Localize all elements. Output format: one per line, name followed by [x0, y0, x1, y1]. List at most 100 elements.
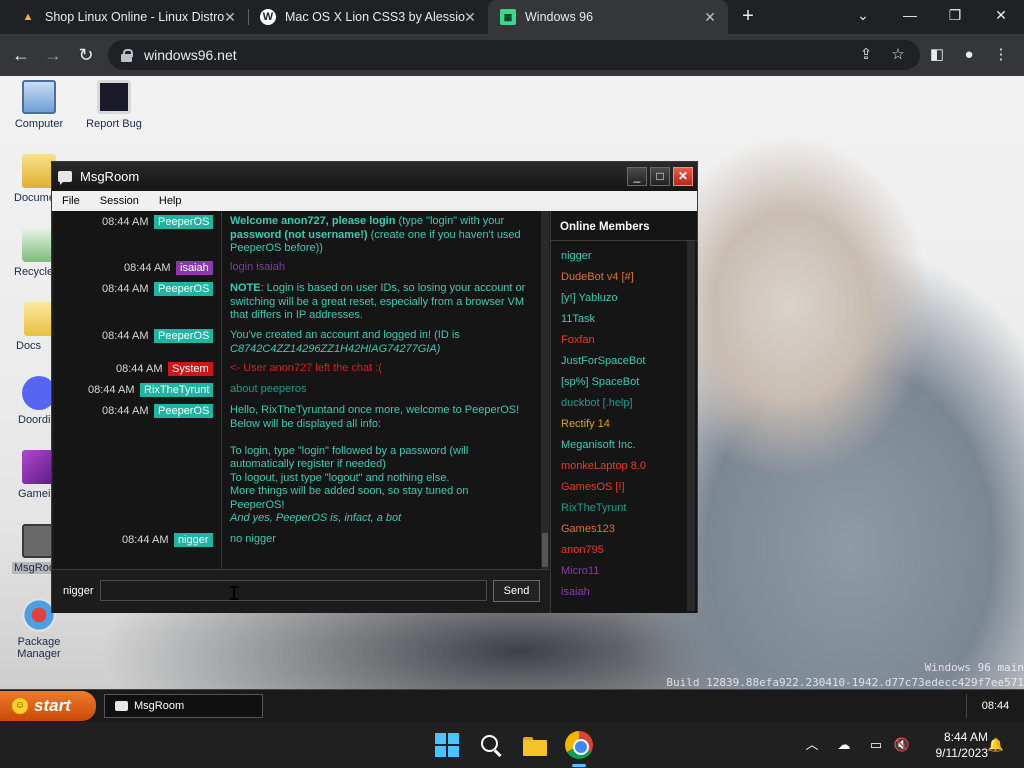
monitor-icon[interactable]: ▭ [867, 736, 885, 754]
chat-timestamp: 08:44 AM [102, 283, 149, 295]
menu-help[interactable]: Help [149, 195, 192, 207]
url-text[interactable]: windows96.net [144, 47, 237, 63]
start-button[interactable]: ☺ start [0, 691, 96, 721]
build-watermark-line1: Windows 96 main [924, 661, 1024, 674]
chat-timestamp: 08:44 AM [102, 216, 149, 228]
kebab-menu-icon[interactable]: ⋮ [990, 44, 1012, 66]
cloud-sync-icon[interactable]: ☁ [835, 736, 853, 754]
desktop-icon-doordi[interactable]: Doordi [16, 376, 56, 426]
chat-message-text: no nigger [230, 533, 276, 545]
member-item[interactable]: Micro11 [561, 565, 599, 577]
volume-muted-icon[interactable]: 🔇 [893, 736, 911, 754]
text-cursor-icon [230, 586, 238, 600]
notification-bell-icon[interactable]: 🔔 [987, 736, 1005, 754]
close-icon[interactable]: ✕ [702, 9, 718, 25]
desktop-icon-documents[interactable]: Docume [12, 154, 56, 204]
chat-username-badge[interactable]: isaiah [176, 261, 213, 275]
menu-file[interactable]: File [52, 195, 90, 207]
close-icon[interactable]: ✕ [462, 9, 478, 25]
member-item[interactable]: Foxfan [561, 334, 595, 346]
system-clock[interactable]: 8:44 AM 9/11/2023 [918, 729, 989, 761]
chat-username-badge[interactable]: RixTheTyrunt [140, 383, 214, 397]
member-item[interactable]: Rectify 14 [561, 418, 610, 430]
chat-username-badge[interactable]: PeeperOS [154, 329, 214, 343]
address-bar[interactable]: windows96.net [108, 40, 920, 70]
member-item[interactable]: monkeLaptop 8.0 [561, 460, 646, 472]
desktop-icon-recycle[interactable]: Recycle [12, 228, 56, 278]
reload-icon[interactable]: ↻ [74, 43, 98, 67]
profile-icon[interactable]: ● [958, 44, 980, 66]
chat-log[interactable]: PeeperOS 08:44 AM Welcome anon727, please … [54, 211, 541, 569]
chrome-icon[interactable] [565, 731, 593, 759]
close-button[interactable]: ✕ [673, 167, 693, 186]
desktop-icon-report-bug[interactable]: Report Bug [75, 80, 153, 130]
member-item[interactable]: isaiah [561, 586, 590, 598]
chat-timestamp: 08:44 AM [102, 330, 149, 342]
new-tab-button[interactable]: + [737, 5, 759, 27]
chat-username-badge[interactable]: PeeperOS [154, 404, 214, 418]
current-nickname[interactable]: nigger [63, 585, 94, 597]
bookmark-star-icon[interactable]: ☆ [887, 44, 909, 66]
member-item[interactable]: Meganisoft Inc. [561, 439, 636, 451]
chrome-running-indicator [572, 764, 586, 767]
chat-username-badge[interactable]: System [168, 362, 213, 376]
desktop-icon-computer[interactable]: Computer [0, 80, 78, 130]
tab-shop-linux[interactable]: ▲ Shop Linux Online - Linux Distros ✕ [8, 0, 248, 34]
chat-username-badge[interactable]: nigger [174, 533, 213, 547]
close-icon[interactable]: ✕ [222, 9, 238, 25]
members-scrollbar[interactable] [687, 241, 695, 611]
member-item[interactable]: GamesOS [!] [561, 481, 625, 493]
maximize-button[interactable]: □ [650, 167, 670, 186]
desktop-icon-msgroom[interactable]: MsgRoo [12, 524, 57, 574]
tab-mac-os-lion[interactable]: W Mac OS X Lion CSS3 by Alessio A ✕ [248, 0, 488, 34]
member-item[interactable]: duckbot [.help] [561, 397, 633, 409]
share-icon[interactable]: ⇪ [855, 44, 877, 66]
chat-divider [221, 211, 222, 569]
search-icon[interactable] [477, 731, 505, 759]
member-item[interactable]: nigger [561, 250, 592, 262]
side-panel-icon[interactable]: ◧ [926, 44, 948, 66]
window-title: MsgRoom [80, 169, 140, 184]
file-explorer-icon[interactable] [521, 731, 549, 759]
chat-scrollbar[interactable] [541, 211, 549, 569]
menu-session[interactable]: Session [90, 195, 149, 207]
minimize-icon[interactable]: — [899, 4, 921, 26]
minimize-button[interactable]: _ [627, 167, 647, 186]
member-item[interactable]: anon795 [561, 544, 604, 556]
windows96-clock[interactable]: 08:44 [966, 694, 1024, 718]
message-input-bar: nigger Send [52, 569, 549, 613]
tab-search-icon[interactable]: ⌄ [852, 4, 874, 26]
member-item[interactable]: DudeBot v4 [#] [561, 271, 634, 283]
tab-windows-96[interactable]: ▦ Windows 96 ✕ [488, 0, 728, 34]
chat-timestamp: 08:44 AM [116, 363, 163, 375]
member-item[interactable]: JustForSpaceBot [561, 355, 645, 367]
window-close-icon[interactable]: ✕ [990, 4, 1012, 26]
members-divider [551, 240, 697, 241]
msgroom-window: MsgRoom _ □ ✕ File Session Help PeeperOS… [51, 161, 698, 613]
send-button[interactable]: Send [493, 580, 540, 602]
smiley-icon: ☺ [12, 698, 28, 714]
lock-icon[interactable] [120, 48, 134, 62]
scrollbar-thumb[interactable] [542, 533, 548, 567]
member-item[interactable]: [y!] Yabluzo [561, 292, 617, 304]
member-item[interactable]: [sp%] SpaceBot [561, 376, 639, 388]
message-input[interactable] [100, 580, 487, 601]
linux-a-icon: ▲ [22, 11, 34, 23]
desktop-icon-gamein[interactable]: Gamein [16, 450, 57, 500]
msgroom-titlebar[interactable]: MsgRoom _ □ ✕ [52, 162, 697, 191]
windows96-desktop: Computer Report Bug Docume Recycle Docs … [0, 76, 1024, 722]
back-arrow-icon[interactable]: ← [9, 43, 33, 67]
member-item[interactable]: 11Task [561, 313, 595, 325]
member-item[interactable]: RixTheTyrunt [561, 502, 626, 514]
chevron-up-icon[interactable]: ︿ [803, 736, 821, 754]
forward-arrow-icon[interactable]: → [41, 43, 65, 67]
member-item[interactable]: Games123 [561, 523, 615, 535]
chat-username-badge[interactable]: PeeperOS [154, 215, 214, 229]
desktop-icon-docs[interactable]: Docs [14, 302, 58, 352]
restore-icon[interactable]: ❐ [944, 4, 966, 26]
chat-username-badge[interactable]: PeeperOS [154, 282, 214, 296]
windows-start-icon[interactable] [433, 731, 461, 759]
taskbar-item-msgroom[interactable]: MsgRoom [104, 694, 263, 718]
start-label: start [34, 696, 71, 715]
windows-taskbar: ︿ ☁ ▭ 🔇 8:44 AM 9/11/2023 🔔 [0, 722, 1024, 768]
